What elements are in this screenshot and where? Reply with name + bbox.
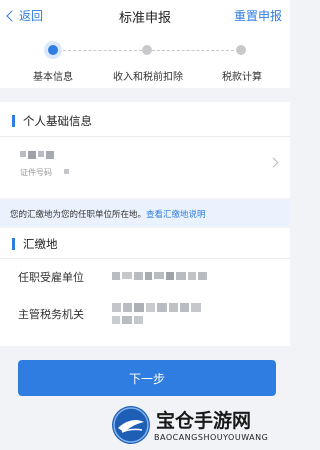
watermark-logo: 宝仓手游网 BAOCANGSHOUYOUWANG (110, 402, 290, 450)
next-button[interactable]: 下一步 (18, 360, 276, 396)
watermark-title: 宝仓手游网 (156, 410, 252, 432)
employer-row[interactable]: 任职受雇单位 (0, 259, 290, 293)
id-row[interactable]: 证件号码 (0, 137, 290, 197)
tax-authority-row[interactable]: 主管税务机关 (0, 294, 290, 334)
step-dot-active (44, 41, 62, 59)
watermark-globe-icon (112, 406, 150, 444)
top-bar: 返回 标准申报 重置申报 (0, 0, 290, 30)
section-title-text: 个人基础信息 (23, 114, 92, 128)
reset-button[interactable]: 重置申报 (234, 7, 282, 24)
step-dot (142, 45, 152, 55)
masked-employer (112, 272, 207, 280)
section-title-remit: 汇缴地 (12, 236, 58, 252)
step-connector (152, 50, 234, 52)
chevron-right-icon (268, 157, 279, 168)
tax-authority-label: 主管税务机关 (18, 308, 84, 321)
section-marker (12, 115, 15, 127)
section-title-text: 汇缴地 (23, 237, 58, 251)
id-label: 证件号码 (20, 168, 52, 177)
section-marker (12, 238, 15, 250)
step-label-income: 收入和税前扣除 (113, 72, 183, 83)
masked-tax-authority (112, 303, 201, 312)
watermark-domain: BAOCANGSHOUYOUWANG (154, 433, 269, 442)
masked-name (20, 151, 54, 159)
step-label-basic-info: 基本信息 (33, 72, 73, 83)
remit-info-link[interactable]: 查看汇缴地说明 (146, 210, 206, 220)
personal-info-card: 个人基础信息 证件号码 (0, 102, 290, 198)
step-label-tax-calc: 税款计算 (222, 72, 262, 83)
masked-tax-authority-line2 (112, 316, 143, 324)
section-title-personal: 个人基础信息 (12, 113, 92, 129)
employer-label: 任职受雇单位 (18, 271, 84, 284)
step-progress: 基本信息 收入和税前扣除 税款计算 (0, 30, 290, 88)
remit-card: 汇缴地 任职受雇单位 主管税务机关 (0, 228, 290, 346)
notice-text: 您的汇缴地为您的任职单位所在地。 (10, 210, 147, 220)
step-connector (58, 50, 142, 52)
remit-notice: 您的汇缴地为您的任职单位所在地。查看汇缴地说明 (0, 200, 290, 226)
step-dot (236, 45, 246, 55)
masked-id (64, 169, 69, 174)
